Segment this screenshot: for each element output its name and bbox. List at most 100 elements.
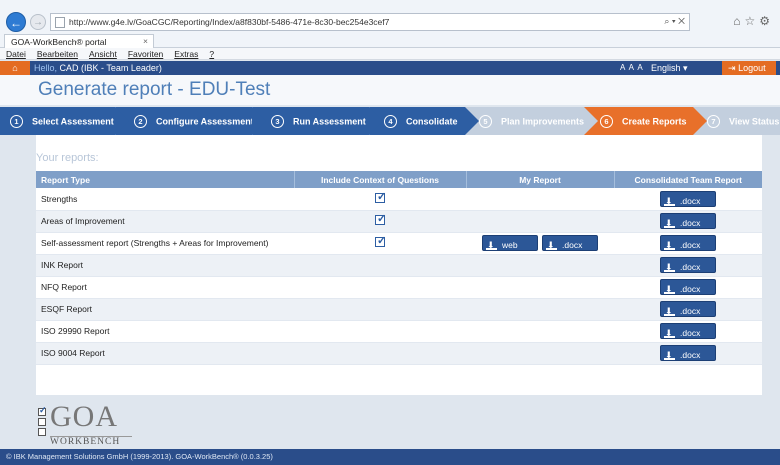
menu-help[interactable]: ? bbox=[203, 48, 219, 59]
team-report-download-button[interactable]: .docx bbox=[660, 345, 716, 363]
include-context-checkbox[interactable] bbox=[375, 212, 386, 225]
include-context-checkbox[interactable] bbox=[375, 190, 386, 203]
my-report-download-button[interactable]: web bbox=[482, 235, 538, 253]
chevron-right-icon bbox=[369, 107, 383, 135]
context-cell bbox=[294, 188, 466, 211]
browser-chrome: ← → http://www.g4e.lv/GoaCGC/Reporting/I… bbox=[0, 0, 780, 48]
language-select[interactable]: English ▾ bbox=[651, 63, 688, 74]
section-title: Your reports: bbox=[36, 152, 99, 164]
home-button[interactable]: ⌂ bbox=[0, 61, 30, 75]
step-label: Select Assessment bbox=[32, 116, 114, 127]
team-report-download-button[interactable]: .docx bbox=[660, 235, 716, 253]
arrow-right-icon: → bbox=[33, 17, 43, 28]
logout-button[interactable]: ⇥ Logout bbox=[722, 61, 776, 75]
greeting-label: Hello, bbox=[34, 63, 58, 73]
download-icon bbox=[664, 237, 675, 253]
step-number: 7 bbox=[707, 115, 720, 129]
back-button[interactable]: ← bbox=[6, 12, 26, 32]
my-report-cell bbox=[466, 210, 614, 233]
menu-bearbeiten[interactable]: Bearbeiten bbox=[31, 48, 83, 59]
wizard-steps: 1 Select Assessment 2 Configure Assessment… bbox=[0, 107, 780, 135]
settings-gear-icon[interactable]: ⚙ bbox=[759, 14, 774, 28]
report-type-cell: INK Report bbox=[36, 254, 294, 277]
favorites-star-icon[interactable]: ☆ bbox=[744, 14, 759, 28]
context-cell bbox=[294, 254, 466, 277]
context-cell bbox=[294, 298, 466, 321]
step-plan-improvements[interactable]: 5 Plan Improvements bbox=[465, 107, 598, 135]
step-configure-assessment[interactable]: 2 Configure Assessment bbox=[115, 107, 266, 135]
report-type-cell: ISO 29990 Report bbox=[36, 320, 294, 343]
step-number: 1 bbox=[10, 115, 23, 129]
step-create-reports[interactable]: 6 Create Reports bbox=[584, 107, 707, 135]
step-select-assessment[interactable]: 1 Select Assessment bbox=[0, 107, 129, 135]
my-report-cell bbox=[466, 320, 614, 343]
team-report-download-button[interactable]: .docx bbox=[660, 279, 716, 297]
my-report-cell bbox=[466, 188, 614, 211]
goa-workbench-logo: GOA WORKBENCH bbox=[36, 400, 136, 448]
column-header-report-type: Report Type bbox=[36, 171, 295, 188]
column-header-team-report: Consolidated Team Report bbox=[614, 171, 762, 188]
url-text: http://www.g4e.lv/GoaCGC/Reporting/Index… bbox=[69, 17, 390, 27]
step-number: 3 bbox=[271, 115, 284, 129]
table-row: INK Report .docx bbox=[36, 254, 762, 277]
my-report-download-button[interactable]: .docx bbox=[542, 235, 598, 253]
forward-button[interactable]: → bbox=[30, 14, 46, 30]
arrow-left-icon: ← bbox=[10, 16, 22, 30]
chevron-right-icon bbox=[465, 107, 479, 135]
include-context-checkbox[interactable] bbox=[375, 234, 386, 247]
menu-ansicht[interactable]: Ansicht bbox=[83, 48, 122, 59]
step-label: Configure Assessment bbox=[156, 116, 254, 127]
download-icon bbox=[486, 237, 497, 253]
context-cell bbox=[294, 342, 466, 365]
reports-table: Report Type Include Context of Questions… bbox=[36, 171, 762, 365]
team-report-download-button[interactable]: .docx bbox=[660, 190, 716, 209]
my-report-cell bbox=[466, 298, 614, 321]
step-label: Plan Improvements bbox=[501, 116, 585, 127]
step-run-assessment[interactable]: 3 Run Assessment bbox=[252, 107, 383, 135]
menu-extras[interactable]: Extras bbox=[168, 48, 203, 59]
team-report-download-button[interactable]: .docx bbox=[660, 257, 716, 275]
download-icon bbox=[664, 303, 675, 319]
page-icon bbox=[55, 17, 65, 28]
button-label: .docx bbox=[680, 261, 701, 272]
close-tab-icon[interactable]: × bbox=[143, 36, 148, 46]
team-report-cell: .docx bbox=[614, 342, 762, 365]
team-report-cell: .docx bbox=[614, 232, 762, 255]
table-row: Areas of Improvement .docx bbox=[36, 210, 762, 233]
address-bar[interactable]: http://www.g4e.lv/GoaCGC/Reporting/Index… bbox=[50, 13, 690, 31]
menu-favoriten[interactable]: Favoriten bbox=[122, 48, 168, 59]
team-report-cell: .docx bbox=[614, 320, 762, 343]
button-label: .docx bbox=[680, 349, 701, 360]
download-icon bbox=[664, 325, 675, 341]
team-report-download-button[interactable]: .docx bbox=[660, 301, 716, 319]
font-size-switcher[interactable]: A A A bbox=[620, 63, 644, 72]
my-report-cell: web .docx bbox=[466, 232, 614, 255]
table-row: ESQF Report .docx bbox=[36, 298, 762, 321]
table-row: ISO 9004 Report .docx bbox=[36, 342, 762, 365]
user-name: CAD (IBK - Team Leader) bbox=[59, 63, 162, 73]
download-icon bbox=[664, 215, 675, 231]
table-row: ISO 29990 Report .docx bbox=[36, 320, 762, 343]
team-report-cell: .docx bbox=[614, 298, 762, 321]
team-report-cell: .docx bbox=[614, 210, 762, 233]
search-icon[interactable]: ⌕ ▾ ✕ bbox=[664, 16, 685, 27]
team-report-cell: .docx bbox=[614, 276, 762, 299]
button-label: .docx bbox=[680, 305, 701, 316]
browser-toolbar-icons[interactable]: ⌂☆⚙ bbox=[733, 14, 774, 28]
browser-tab[interactable]: GOA-WorkBench® portal × bbox=[4, 34, 154, 48]
step-label: Create Reports bbox=[622, 116, 687, 127]
home-icon: ⌂ bbox=[12, 63, 18, 73]
logo-checkboxes bbox=[38, 405, 48, 438]
logo-word: GOA bbox=[50, 400, 118, 433]
context-cell bbox=[294, 232, 466, 255]
menu-datei[interactable]: Datei bbox=[0, 48, 31, 59]
step-consolidate[interactable]: 4 Consolidate bbox=[369, 107, 479, 135]
report-type-cell: NFQ Report bbox=[36, 276, 294, 299]
team-report-download-button[interactable]: .docx bbox=[660, 323, 716, 341]
team-report-download-button[interactable]: .docx bbox=[660, 213, 716, 231]
chevron-right-icon bbox=[115, 107, 129, 135]
button-label: .docx bbox=[562, 239, 583, 250]
button-label: .docx bbox=[680, 195, 701, 206]
table-row: Self-assessment report (Strengths + Area… bbox=[36, 232, 762, 255]
home-icon[interactable]: ⌂ bbox=[733, 14, 744, 28]
